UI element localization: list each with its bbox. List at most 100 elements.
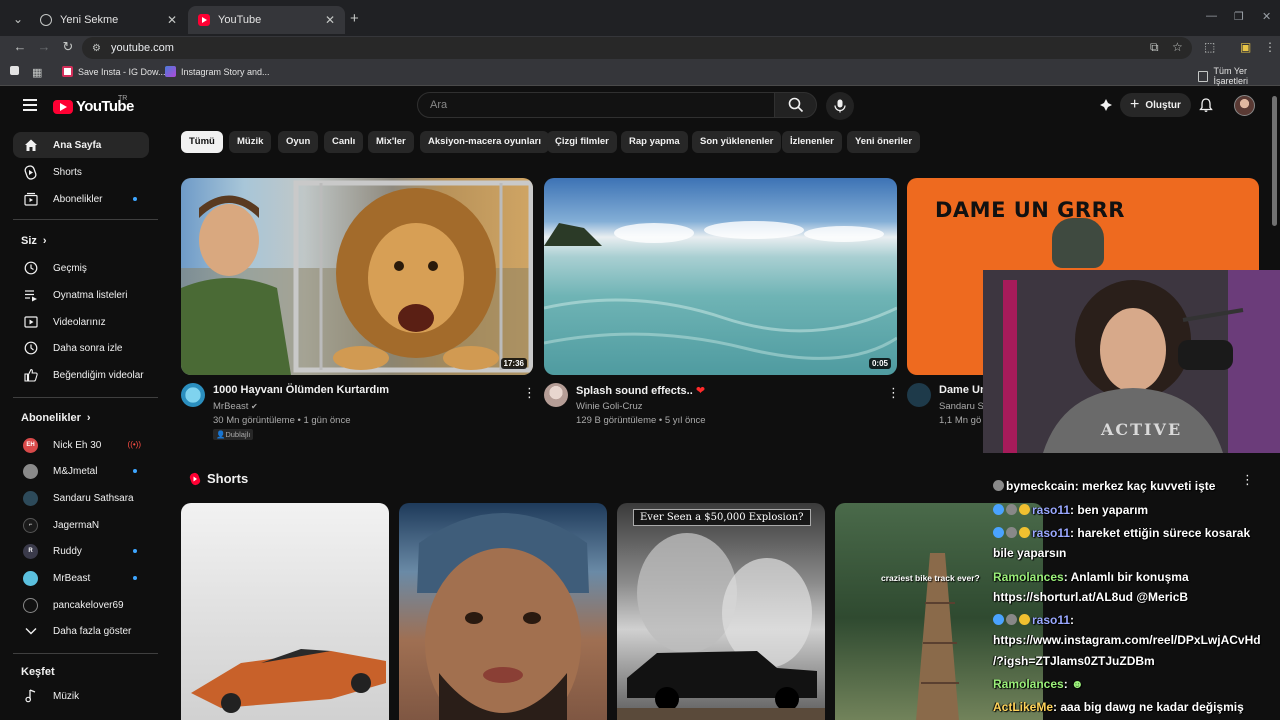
premium-spark-icon[interactable]	[1097, 96, 1115, 114]
video-channel[interactable]: Winie Goli-Cruz	[576, 401, 643, 412]
video-thumbnail[interactable]: 17:36	[181, 178, 533, 375]
extension-badge-icon[interactable]: ▣	[1240, 40, 1251, 54]
sidebar-section-subscriptions[interactable]: Abonelikler ›	[21, 412, 91, 424]
bookmark-star-icon[interactable]: ☆	[1172, 40, 1183, 54]
tab-youtube[interactable]: YouTube ✕	[188, 6, 345, 34]
sidebar-item-label: pancakelover69	[53, 599, 124, 611]
sidebar-channel-sandaru-sathsara[interactable]: Sandaru Sathsara	[13, 485, 149, 511]
channel-avatar[interactable]	[544, 383, 568, 407]
sidebar-item-history[interactable]: Geçmiş	[13, 255, 149, 281]
bookmarks-apps-icon[interactable]	[10, 66, 19, 75]
sidebar-channel-mjmetal[interactable]: M&Jmetal	[13, 458, 149, 484]
sidebar-channel-nick-eh-30[interactable]: EH Nick Eh 30 ((•))	[13, 432, 149, 458]
sidebar-section-you[interactable]: Siz ›	[21, 235, 47, 247]
minimize-icon[interactable]: —	[1206, 10, 1217, 22]
all-bookmarks[interactable]: Tüm Yer İşaretleri	[1198, 66, 1280, 86]
new-content-dot	[133, 469, 137, 473]
channel-avatar[interactable]	[907, 383, 931, 407]
chip-cartoons[interactable]: Çizgi filmler	[547, 131, 617, 153]
close-tab-icon[interactable]: ✕	[325, 13, 335, 27]
back-arrow-icon[interactable]: ←	[11, 39, 29, 54]
bookmark-instagram-story[interactable]: Instagram Story and...	[165, 66, 270, 77]
tab-new-tab[interactable]: Yeni Sekme ✕	[30, 6, 187, 34]
bookmark-save-insta[interactable]: Save Insta - IG Dow...	[62, 66, 166, 77]
sidebar-show-more[interactable]: Daha fazla göster	[13, 618, 149, 644]
browser-menu-icon[interactable]: ⋮	[1264, 40, 1276, 54]
close-tab-icon[interactable]: ✕	[167, 13, 177, 27]
sidebar-channel-ruddy[interactable]: R Ruddy	[13, 538, 149, 564]
sidebar-item-liked-videos[interactable]: Beğendiğim videolar	[13, 362, 149, 388]
short-card[interactable]: Ever Seen a $50,000 Explosion?	[617, 503, 825, 720]
chat-badge-icon	[993, 504, 1004, 515]
sidebar-item-shorts[interactable]: Shorts	[13, 159, 149, 185]
new-tab-plus-icon[interactable]: +	[350, 10, 359, 27]
video-title[interactable]: Dame Un	[939, 384, 983, 396]
install-app-icon[interactable]: ⧉	[1150, 40, 1159, 55]
apps-grid-icon[interactable]: ▦	[32, 66, 42, 79]
sidebar-item-label: Videolarınız	[53, 316, 106, 328]
address-bar[interactable]: ⚙ youtube.com	[82, 37, 1192, 59]
chip-recently-uploaded[interactable]: Son yüklenenler	[692, 131, 782, 153]
chip-gaming[interactable]: Oyun	[278, 131, 319, 153]
chat-badge-icon	[993, 527, 1004, 538]
search-bar: Ara	[417, 92, 817, 118]
video-title[interactable]: Splash sound effects.. ❤	[576, 384, 705, 397]
chat-message-continued: bile yaparsın	[993, 546, 1067, 560]
sidebar-item-subscriptions[interactable]: Abonelikler	[13, 186, 149, 212]
bookmark-label: Instagram Story and...	[181, 66, 270, 77]
video-menu-icon[interactable]: ⋮	[523, 385, 536, 401]
sidebar-item-home[interactable]: Ana Sayfa	[13, 132, 149, 158]
reload-icon[interactable]: ↻	[59, 39, 77, 55]
video-menu-icon[interactable]: ⋮	[887, 385, 900, 401]
sidebar-item-watch-later[interactable]: Daha sonra izle	[13, 335, 149, 361]
sidebar-channel-mrbeast[interactable]: MrBeast	[13, 565, 149, 591]
short-card[interactable]	[181, 503, 389, 720]
sidebar-channel-jagerman[interactable]: ⌐ JagermaN	[13, 512, 149, 538]
sidebar-item-playlists[interactable]: Oynatma listeleri	[13, 282, 149, 308]
page-scrollbar[interactable]	[1272, 96, 1277, 226]
site-info-icon[interactable]: ⚙	[92, 43, 101, 54]
sidebar-item-your-videos[interactable]: Videolarınız	[13, 309, 149, 335]
chip-new-to-you[interactable]: Yeni öneriler	[847, 131, 921, 153]
search-button[interactable]	[774, 92, 817, 118]
chip-watched[interactable]: İzlenenler	[782, 131, 842, 153]
chip-rap[interactable]: Rap yapma	[621, 131, 688, 153]
account-avatar[interactable]	[1234, 95, 1255, 116]
browser-toolbar: ← → ↻ ⚙ youtube.com ⧉ ☆ ⬚ ▣ ⋮	[0, 36, 1280, 60]
subscriptions-icon	[23, 192, 38, 207]
watch-later-icon	[23, 341, 38, 356]
sidebar-channel-pancakelover69[interactable]: pancakelover69	[13, 592, 149, 618]
your-videos-icon	[23, 315, 38, 330]
short-thumbnail-illustration	[191, 649, 386, 713]
sidebar-item-label: JagermaN	[53, 519, 100, 531]
chip-all[interactable]: Tümü	[181, 131, 223, 153]
tab-title: YouTube	[218, 14, 262, 26]
chip-music[interactable]: Müzik	[229, 131, 272, 153]
video-title[interactable]: 1000 Hayvanı Ölümden Kurtardım	[213, 384, 389, 396]
video-thumbnail[interactable]: 0:05	[544, 178, 897, 375]
chip-mixes[interactable]: Mix'ler	[368, 131, 414, 153]
create-button[interactable]: + Oluştur	[1120, 93, 1191, 117]
chip-action-adventure[interactable]: Aksiyon-macera oyunları	[420, 131, 549, 153]
chat-badge-icon	[1019, 614, 1030, 625]
video-channel[interactable]: MrBeast ✔	[213, 401, 258, 412]
extensions-icon[interactable]: ⬚	[1204, 40, 1215, 54]
dubbed-badge: 👤Dublajlı	[213, 429, 254, 440]
channel-avatar[interactable]	[181, 383, 205, 407]
maximize-icon[interactable]: ❐	[1234, 10, 1244, 23]
chip-live[interactable]: Canlı	[324, 131, 364, 153]
short-card[interactable]	[399, 503, 607, 720]
notifications-bell-icon[interactable]	[1197, 96, 1215, 114]
voice-search-button[interactable]	[826, 92, 854, 120]
search-input[interactable]: Ara	[417, 92, 775, 118]
close-window-icon[interactable]: ✕	[1262, 10, 1271, 23]
video-channel[interactable]: Sandaru Sa	[939, 401, 983, 412]
video-meta: Splash sound effects.. ❤ Winie Goli-Cruz…	[544, 383, 900, 443]
image-icon	[165, 66, 176, 77]
music-icon	[23, 689, 38, 704]
menu-icon[interactable]	[23, 99, 37, 114]
browser-tab-bar: ⌄ Yeni Sekme ✕ YouTube ✕ + — ❐ ✕	[0, 0, 1280, 36]
forward-arrow-icon[interactable]: →	[35, 39, 53, 54]
tab-search-chevron-icon[interactable]: ⌄	[8, 9, 28, 29]
sidebar-item-music[interactable]: Müzik	[13, 683, 149, 709]
